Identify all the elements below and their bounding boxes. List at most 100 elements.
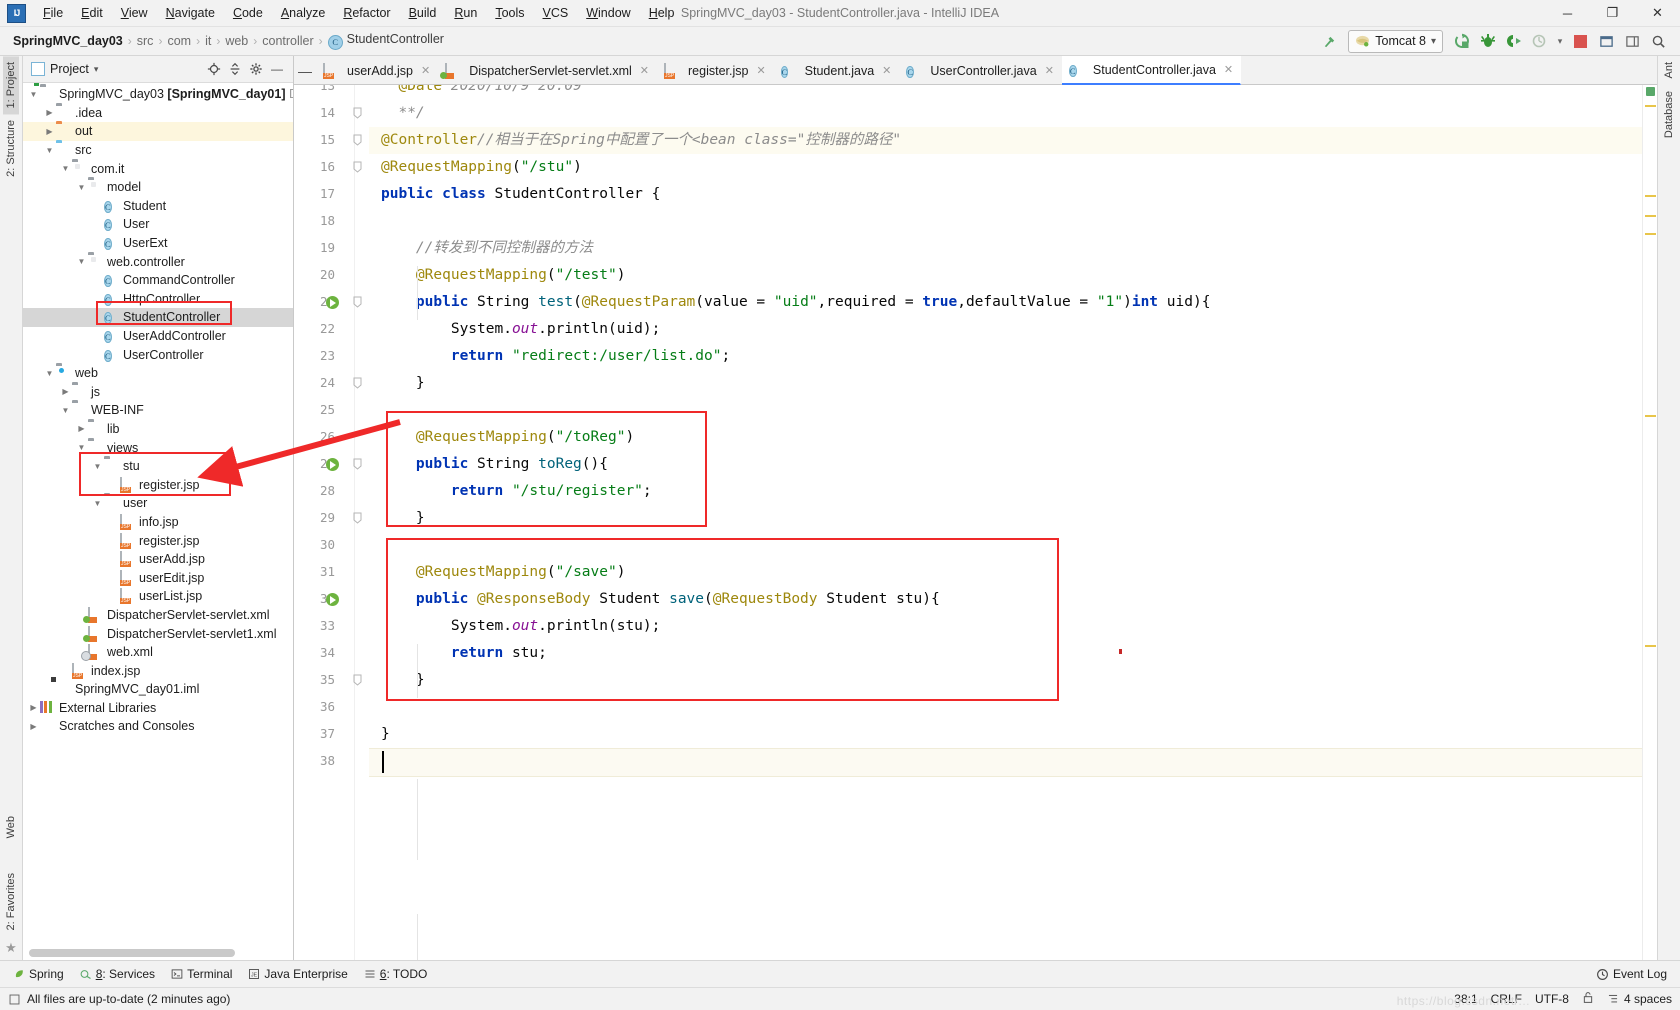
code-line-26[interactable]: @RequestMapping("/toReg")	[381, 424, 634, 451]
line-number[interactable]: 17	[305, 186, 335, 201]
line-number[interactable]: 18	[305, 213, 335, 228]
code-line-31[interactable]: @RequestMapping("/save")	[381, 559, 626, 586]
collapse-all-icon[interactable]	[226, 60, 244, 78]
breadcrumb-item-com[interactable]: com	[164, 33, 194, 49]
tool-window-spring[interactable]: Spring	[6, 965, 71, 983]
tree-toggle-open-icon[interactable]	[43, 146, 56, 155]
editor-tab-student-java[interactable]: C Student.java ✕	[773, 57, 900, 84]
project-view-selector[interactable]: Project ▾	[27, 61, 102, 77]
breadcrumb[interactable]: SpringMVC_day03 › src › com › it › web › controlle…	[4, 31, 447, 51]
tree-node-web[interactable]: web	[23, 364, 293, 383]
editor-tab-register-jsp[interactable]: register.jsp ✕	[657, 57, 774, 84]
tree-toggle-open-icon[interactable]	[59, 406, 72, 415]
tree-node-dispatcherservlet-servlet1-xml[interactable]: DispatcherServlet-servlet1.xml	[23, 624, 293, 643]
menu-bar[interactable]: File Edit View Navigate Code Analyze Refactor B…	[34, 3, 683, 23]
line-number[interactable]: 31	[305, 564, 335, 579]
hide-tabs-icon[interactable]: —	[294, 57, 316, 84]
tree-node-httpcontroller[interactable]: C HttpController	[23, 290, 293, 309]
close-tab-icon[interactable]: ✕	[1045, 64, 1054, 77]
line-number[interactable]: 28	[305, 483, 335, 498]
code-text[interactable]: @Date 2020/10/9 20:09 **/ @Controller//相当…	[369, 85, 1642, 960]
tree-toggle-closed-icon[interactable]	[75, 424, 88, 433]
breadcrumb-item-studentcontroller[interactable]: C StudentController	[325, 31, 447, 51]
tree-node-useredit-jsp[interactable]: userEdit.jsp	[23, 568, 293, 587]
tree-node-userlist-jsp[interactable]: userList.jsp	[23, 587, 293, 606]
line-number[interactable]: 30	[305, 537, 335, 552]
search-icon[interactable]	[1646, 30, 1670, 52]
line-number[interactable]: 14	[305, 105, 335, 120]
editor-tab-dispatcherservlet-servlet-xml[interactable]: DispatcherServlet-servlet.xml ✕	[438, 57, 657, 84]
tree-node-src[interactable]: src	[23, 141, 293, 160]
run-method-gutter-icon[interactable]	[326, 593, 339, 606]
tree-node-stu[interactable]: stu	[23, 457, 293, 476]
code-fold-marker[interactable]	[353, 296, 362, 311]
tree-toggle-open-icon[interactable]	[59, 164, 72, 173]
line-number[interactable]: 16	[305, 159, 335, 174]
code-fold-marker[interactable]	[353, 674, 362, 689]
tree-toggle-open-icon[interactable]	[27, 90, 40, 99]
line-number[interactable]: 22	[305, 321, 335, 336]
editor-tab-useradd-jsp[interactable]: userAdd.jsp ✕	[316, 57, 439, 84]
menu-window[interactable]: Window	[577, 3, 639, 23]
run-configuration-selector[interactable]: Tomcat 8 ▾	[1348, 29, 1443, 53]
tree-toggle-closed-icon[interactable]	[59, 387, 72, 396]
tree-node-lib[interactable]: lib	[23, 420, 293, 439]
breadcrumb-item-controller[interactable]: controller	[259, 33, 316, 49]
code-line-27[interactable]: public String toReg(){	[381, 451, 608, 478]
line-number[interactable]: 15	[305, 132, 335, 147]
search-everywhere-icon[interactable]	[1594, 30, 1618, 52]
sidebar-tab-structure[interactable]: 2: Structure	[3, 114, 19, 183]
code-line-17[interactable]: public class StudentController {	[381, 181, 660, 208]
code-line-14[interactable]: **/	[381, 100, 424, 127]
tree-toggle-open-icon[interactable]	[91, 462, 104, 471]
error-stripe-mark[interactable]	[1645, 195, 1656, 197]
error-stripe-mark[interactable]	[1645, 233, 1656, 235]
menu-vcs[interactable]: VCS	[534, 3, 578, 23]
sidebar-tab-web[interactable]: Web	[3, 810, 19, 844]
gear-icon[interactable]	[247, 60, 265, 78]
menu-help[interactable]: Help	[640, 3, 684, 23]
tree-toggle-open-icon[interactable]	[75, 183, 88, 192]
tool-window-terminal[interactable]: Terminal	[164, 965, 239, 983]
tree-node--idea[interactable]: .idea	[23, 104, 293, 123]
code-fold-marker[interactable]	[353, 377, 362, 392]
code-line-37[interactable]: }	[381, 721, 390, 748]
file-encoding[interactable]: UTF-8	[1535, 992, 1569, 1006]
menu-analyze[interactable]: Analyze	[272, 3, 334, 23]
tree-node-user[interactable]: C User	[23, 215, 293, 234]
run-method-gutter-icon[interactable]	[326, 458, 339, 471]
tree-toggle-closed-icon[interactable]	[27, 703, 40, 712]
line-number[interactable]: 36	[305, 699, 335, 714]
menu-file[interactable]: File	[34, 3, 72, 23]
editor-gutter[interactable]: 13 14 15 16 17 18 19 20 21 22 23 24 25 26 27 28 29 30 31 32…	[294, 85, 369, 960]
chevron-down-icon[interactable]: ▾	[1431, 36, 1436, 47]
chevron-down-icon[interactable]: ▾	[94, 64, 99, 75]
maximize-button[interactable]: ❐	[1590, 0, 1635, 26]
tree-node-model[interactable]: model	[23, 178, 293, 197]
line-number[interactable]: 13	[305, 85, 335, 93]
menu-tools[interactable]: Tools	[486, 3, 533, 23]
breadcrumb-item-src[interactable]: src	[134, 33, 157, 49]
window-controls[interactable]: ─ ❐ ✕	[1545, 0, 1680, 26]
tree-node-usercontroller[interactable]: C UserController	[23, 345, 293, 364]
close-tab-icon[interactable]: ✕	[1224, 63, 1233, 76]
code-line-33[interactable]: System.out.println(stu);	[381, 613, 661, 640]
project-horizontal-scrollbar[interactable]	[29, 949, 235, 957]
profiler-button[interactable]	[1528, 30, 1552, 52]
code-editor[interactable]: 13 14 15 16 17 18 19 20 21 22 23 24 25 26 27 28 29 30 31 32…	[294, 85, 1657, 960]
menu-navigate[interactable]: Navigate	[157, 3, 224, 23]
tool-window-bar[interactable]: Spring 8: Services Terminal JE Java Enterpri…	[0, 960, 1680, 987]
editor-tab-bar[interactable]: — userAdd.jsp✕DispatcherServlet-servlet.…	[294, 56, 1657, 85]
line-number[interactable]: 23	[305, 348, 335, 363]
run-button[interactable]	[1450, 30, 1474, 52]
run-with-coverage-button[interactable]	[1502, 30, 1526, 52]
tree-toggle-closed-icon[interactable]	[43, 108, 56, 117]
profiler-dropdown-icon[interactable]: ▾	[1554, 30, 1566, 52]
tree-node-useradd-jsp[interactable]: userAdd.jsp	[23, 550, 293, 569]
code-line-28[interactable]: return "/stu/register";	[381, 478, 652, 505]
tree-node-index-jsp[interactable]: index.jsp	[23, 661, 293, 680]
editor-tab-studentcontroller-java[interactable]: C StudentController.java ✕	[1061, 56, 1242, 85]
code-line-32[interactable]: public @ResponseBody Student save(@Reque…	[381, 586, 940, 613]
close-button[interactable]: ✕	[1635, 0, 1680, 26]
editor-tab-usercontroller-java[interactable]: C UserController.java ✕	[899, 57, 1062, 84]
